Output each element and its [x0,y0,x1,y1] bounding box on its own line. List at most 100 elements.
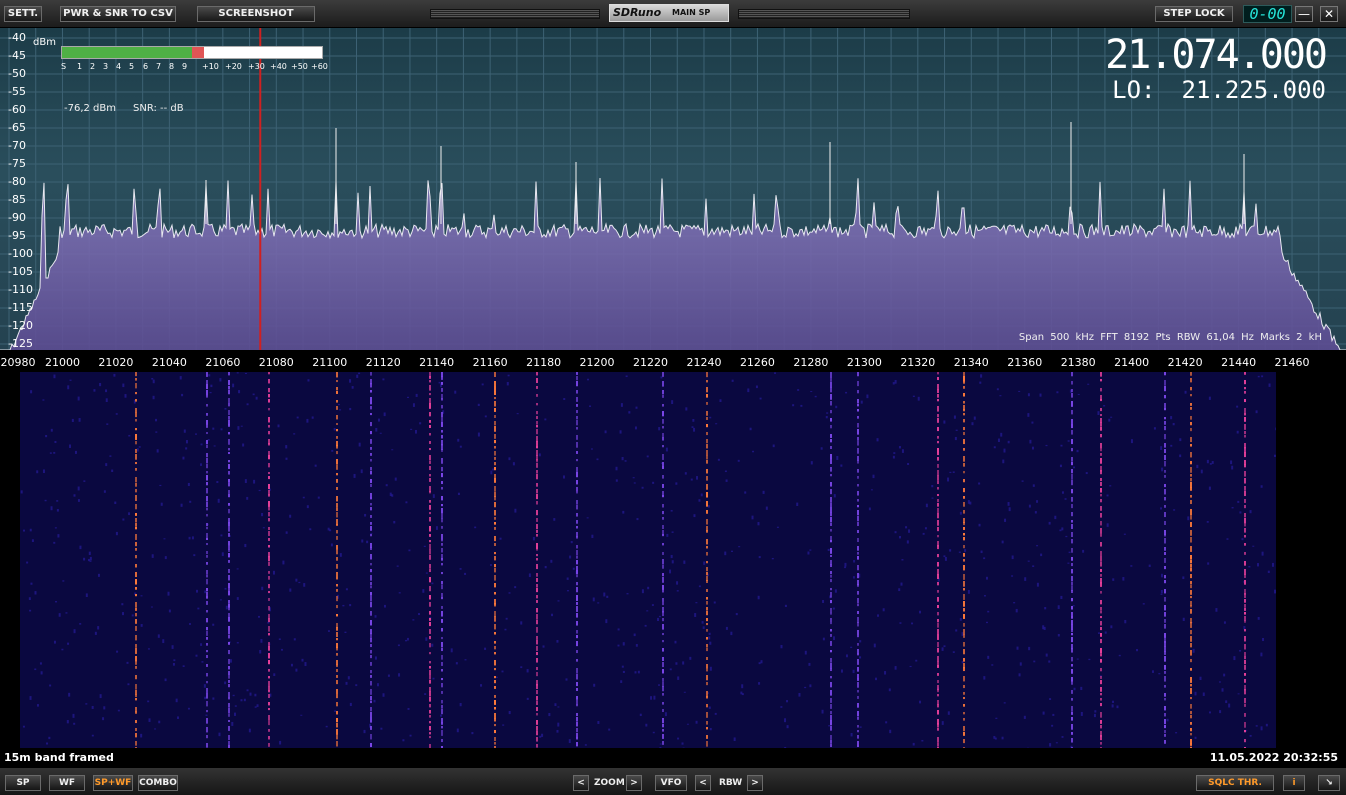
waterfall-signal [494,467,496,471]
waterfall-signal [963,439,965,445]
info-icon[interactable]: i [1283,775,1305,791]
window-title[interactable]: SDRuno MAIN SP [609,4,729,22]
waterfall-signal [441,543,443,546]
rbw-increase-button[interactable]: > [747,775,763,791]
waterfall-signal [536,726,538,731]
waterfall-signal [937,470,939,476]
waterfall-signal [1164,566,1166,570]
waterfall-signal [830,555,832,558]
waterfall-signal [494,486,496,492]
s-meter-tick: 7 [156,62,162,71]
waterfall-signal [1071,557,1073,561]
waterfall-signal [336,503,338,508]
waterfall-signal [206,693,208,699]
waterfall-signal [536,636,538,640]
waterfall-signal [1244,372,1246,375]
combo-mode-button[interactable]: COMBO [138,775,178,791]
waterfall-signal [206,527,208,530]
waterfall-signal [1164,538,1166,544]
zoom-out-button[interactable]: < [573,775,589,791]
sqlc-threshold-button[interactable]: SQLC THR. [1196,775,1274,791]
waterfall-signal [135,661,137,665]
waterfall-signal [135,504,137,510]
waterfall-signal [706,618,708,622]
waterfall-signal [336,557,338,561]
zoom-in-button[interactable]: > [626,775,642,791]
waterfall-signal [1100,569,1102,572]
screenshot-button[interactable]: SCREENSHOT [197,6,315,22]
waterfall-signal [135,594,137,597]
waterfall-signal [662,640,664,643]
waterfall-signal [857,404,859,407]
rbw-label: RBW [719,778,743,788]
waterfall-signal [706,510,708,514]
waterfall-signal [937,464,939,468]
waterfall-signal [1164,605,1166,611]
waterfall-signal [268,681,270,687]
waterfall-signal [494,446,496,449]
waterfall-signal [1244,491,1246,497]
waterfall-signal [441,662,443,666]
waterfall-signal [268,571,270,574]
waterfall-signal [336,627,338,631]
waterfall-signal [830,676,832,679]
y-tick-label: -95 [8,229,26,242]
waterfall-signal [441,726,443,729]
waterfall-signal [830,612,832,615]
settings-button[interactable]: SETT. [4,6,42,22]
waterfall-signal [857,711,859,717]
waterfall-signal [268,506,270,511]
waterfall-signal [268,584,270,589]
waterfall-signal [662,718,664,724]
resize-icon[interactable]: ↘ [1318,775,1340,791]
y-tick-label: -60 [8,103,26,116]
waterfall-signal [268,484,270,490]
rbw-decrease-button[interactable]: < [695,775,711,791]
wf-mode-button[interactable]: WF [49,775,85,791]
waterfall-signal [494,474,496,479]
waterfall-signal [662,390,664,395]
pwr-snr-csv-button[interactable]: PWR & SNR TO CSV [60,6,176,22]
waterfall-signal [494,397,496,400]
waterfall-signal [1244,486,1246,491]
lo-frequency-display[interactable]: LO: 21.225.000 [1112,76,1326,104]
minimize-icon[interactable]: — [1295,6,1313,22]
waterfall-signal [1244,552,1246,555]
waterfall-signal [1100,521,1102,526]
waterfall-signal [206,618,208,623]
waterfall-signal [937,513,939,519]
vfo-frequency-display[interactable]: 21.074.000 [1105,32,1328,78]
waterfall-signal [1100,427,1102,431]
waterfall-signal [441,412,443,418]
waterfall-signal [706,424,708,428]
waterfall-signal [336,680,338,685]
drag-grip-left[interactable] [430,9,600,19]
waterfall-signal [1164,665,1166,670]
waterfall-signal [228,630,230,635]
close-icon[interactable]: ✕ [1320,6,1338,22]
waterfall-signal [228,680,230,683]
waterfall-signal [135,434,137,440]
waterfall-signal [441,585,443,590]
waterfall-signal [536,578,538,582]
waterfall-signal [206,543,208,546]
waterfall-signal [1100,742,1102,745]
waterfall-signal [963,667,965,672]
waterfall-display[interactable] [0,372,1346,748]
waterfall-signal [1244,399,1246,403]
sp-mode-button[interactable]: SP [5,775,41,791]
waterfall-signal [494,391,496,396]
waterfall-signal [336,536,338,540]
waterfall-signal [228,439,230,445]
step-lock-button[interactable]: STEP LOCK [1155,6,1233,22]
waterfall-signal [1244,505,1246,509]
vfo-button[interactable]: VFO [655,775,687,791]
s-meter-tick: +50 [291,62,308,71]
sp-wf-mode-button[interactable]: SP+WF [93,775,133,791]
waterfall-signal [441,504,443,507]
drag-grip-right[interactable] [738,9,910,19]
s-meter-tick: +60 [311,62,328,71]
waterfall-signal [706,484,708,490]
power-readout: -76,2 dBm [64,103,117,114]
spectrum-display[interactable]: -40 -45 -50 -55 -60 -65 -70 -75 -80 -85 -90 -95 -100… [0,28,1346,350]
